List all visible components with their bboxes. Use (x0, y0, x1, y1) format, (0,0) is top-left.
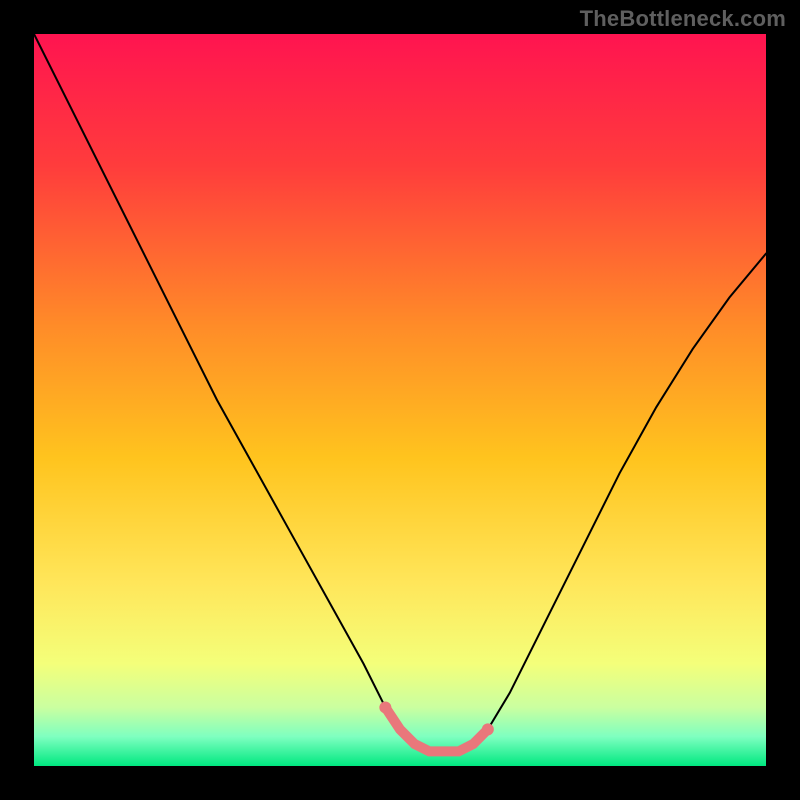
curve-layer (34, 34, 766, 766)
highlight-right-dot (482, 723, 494, 735)
chart-frame: TheBottleneck.com (0, 0, 800, 800)
highlight-left-dot (379, 701, 391, 713)
plot-area (34, 34, 766, 766)
highlight-segment (385, 707, 487, 751)
watermark-text: TheBottleneck.com (580, 6, 786, 32)
bottleneck-curve (34, 34, 766, 751)
